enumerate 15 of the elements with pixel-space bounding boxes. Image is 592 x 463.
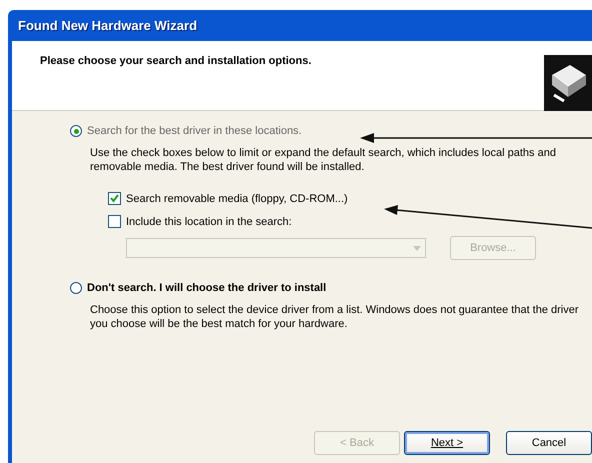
next-button[interactable]: Next > (404, 431, 490, 455)
checkbox[interactable] (108, 192, 121, 205)
window-title: Found New Hardware Wizard (18, 18, 198, 33)
radio-button[interactable] (70, 282, 82, 294)
checkbox[interactable] (108, 215, 121, 228)
option-label[interactable]: Don't search. I will choose the driver to install (87, 282, 326, 294)
option-label[interactable]: Search for the best driver in these locations. (87, 125, 302, 137)
checkbox-label[interactable]: Search removable media (floppy, CD-ROM...) (126, 192, 348, 204)
checkbox-label[interactable]: Include this location in the search: (126, 216, 292, 228)
radio-button[interactable] (70, 125, 82, 137)
option-description: Choose this option to select the device driver from a list. Windows does not guarantee that the driver you choose will be the best match for your hardware. (90, 303, 580, 331)
cancel-button[interactable]: Cancel (506, 431, 592, 455)
option-description: Use the check boxes below to limit or expand the default search, which includes local paths and removable media. The best driver found will be installed. (90, 146, 557, 174)
caret-icon (413, 246, 421, 251)
page-heading: Please choose your search and installation options. (40, 55, 312, 69)
